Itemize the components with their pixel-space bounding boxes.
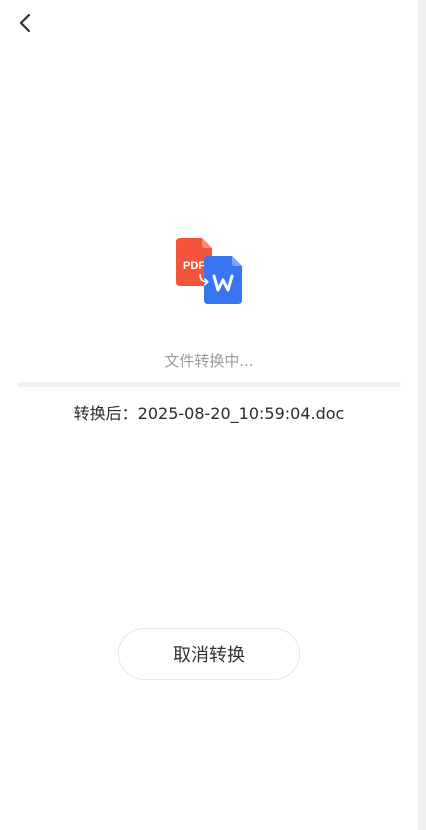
pdf-label: PDF [183, 260, 205, 272]
convert-arrow-icon [199, 273, 209, 286]
chevron-left-icon [19, 13, 31, 33]
output-filename-text: 转换后：2025-08-20_10:59:04.doc [73, 404, 345, 423]
back-button[interactable] [12, 10, 38, 36]
conversion-status-text: 文件转换中... [164, 352, 254, 370]
cancel-conversion-button[interactable]: 取消转换 [118, 628, 300, 680]
conversion-progress-bar [17, 382, 401, 387]
scrollbar-track[interactable] [418, 0, 426, 830]
conversion-icon: PDF [174, 238, 246, 310]
